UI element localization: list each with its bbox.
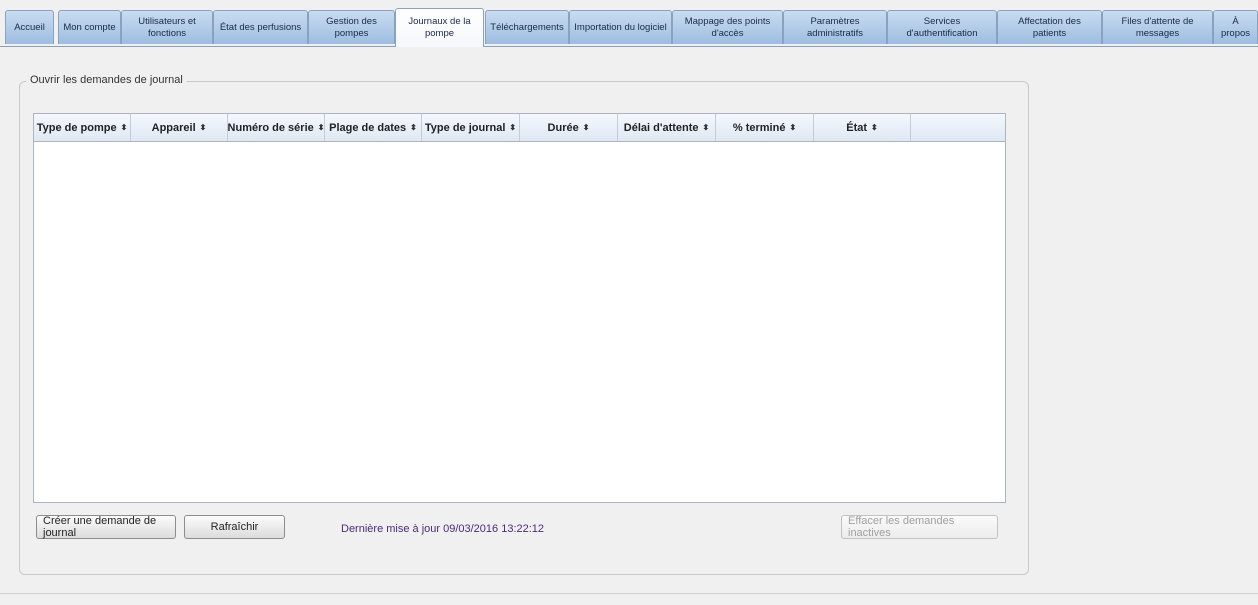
tab-mappage-des-points-d-acces[interactable]: Mappage des points d'accès <box>672 10 783 44</box>
group-title: Ouvrir les demandes de journal <box>26 74 187 86</box>
column-header-log-type[interactable]: Type de journal ⬍ <box>422 114 520 141</box>
tab-etat-des-perfusions[interactable]: État des perfusions <box>213 10 308 44</box>
tab-bar: Accueil Mon compte Utilisateurs et fonct… <box>0 8 1258 47</box>
column-label: Plage de dates <box>329 121 407 134</box>
tab-accueil[interactable]: Accueil <box>5 10 54 44</box>
sort-icon: ⬍ <box>509 123 517 132</box>
sort-icon: ⬍ <box>410 123 417 132</box>
bottom-divider <box>0 593 1258 594</box>
sort-icon: ⬍ <box>317 123 325 132</box>
column-label: Délai d'attente <box>623 121 699 134</box>
column-header-duration[interactable]: Durée ⬍ <box>520 114 618 141</box>
tab-services-d-authentification[interactable]: Services d'authentification <box>887 10 997 44</box>
tab-importation-du-logiciel[interactable]: Importation du logiciel <box>569 10 672 44</box>
tab-affectation-des-patients[interactable]: Affectation des patients <box>997 10 1102 44</box>
column-label: Type de pompe <box>36 121 117 134</box>
column-label: % terminé <box>732 121 786 134</box>
sort-icon: ⬍ <box>120 123 128 132</box>
column-header-serial-number[interactable]: Numéro de série ⬍ <box>228 114 325 141</box>
tab-gestion-des-pompes[interactable]: Gestion des pompes <box>308 10 395 44</box>
tab-journaux-de-la-pompe[interactable]: Journaux de la pompe <box>395 8 484 47</box>
clear-inactive-requests-button[interactable]: Effacer les demandes inactives <box>841 515 998 539</box>
tab-telechargements[interactable]: Téléchargements <box>485 10 569 44</box>
sort-icon: ⬍ <box>582 123 590 132</box>
column-header-percent-complete[interactable]: % terminé ⬍ <box>716 114 814 141</box>
tab-files-d-attente-de-messages[interactable]: Files d'attente de messages <box>1102 10 1213 44</box>
create-log-request-button[interactable]: Créer une demande de journal <box>36 515 176 539</box>
column-header-status[interactable]: État ⬍ <box>814 114 911 141</box>
tab-a-propos[interactable]: À propos <box>1213 10 1258 44</box>
sort-icon: ⬍ <box>789 123 797 132</box>
tab-parametres-administratifs[interactable]: Paramètres administratifs <box>783 10 887 44</box>
last-update-status: Dernière mise à jour 09/03/2016 13:22:12 <box>341 523 545 535</box>
column-header-device[interactable]: Appareil ⬍ <box>131 114 228 141</box>
sort-icon: ⬍ <box>199 123 207 132</box>
log-requests-table: Type de pompe ⬍ Appareil ⬍ Numéro de série… <box>33 113 1006 503</box>
column-header-date-range[interactable]: Plage de dates ⬍ <box>325 114 422 141</box>
table-header: Type de pompe ⬍ Appareil ⬍ Numéro de série… <box>34 114 1005 142</box>
refresh-button[interactable]: Rafraîchir <box>184 515 285 539</box>
table-body <box>34 142 1005 502</box>
column-header-pump-type[interactable]: Type de pompe ⬍ <box>34 114 131 141</box>
sort-icon: ⬍ <box>702 123 710 132</box>
column-header-timeout[interactable]: Délai d'attente ⬍ <box>618 114 716 141</box>
tab-utilisateurs-et-fonctions[interactable]: Utilisateurs et fonctions <box>121 10 213 44</box>
column-label: Numéro de série <box>227 121 314 134</box>
column-label: Appareil <box>151 121 196 134</box>
column-label: État <box>846 121 868 134</box>
column-label: Type de journal <box>424 121 506 134</box>
sort-icon: ⬍ <box>871 123 878 132</box>
tab-mon-compte[interactable]: Mon compte <box>58 10 121 44</box>
column-label: Durée <box>547 121 579 134</box>
